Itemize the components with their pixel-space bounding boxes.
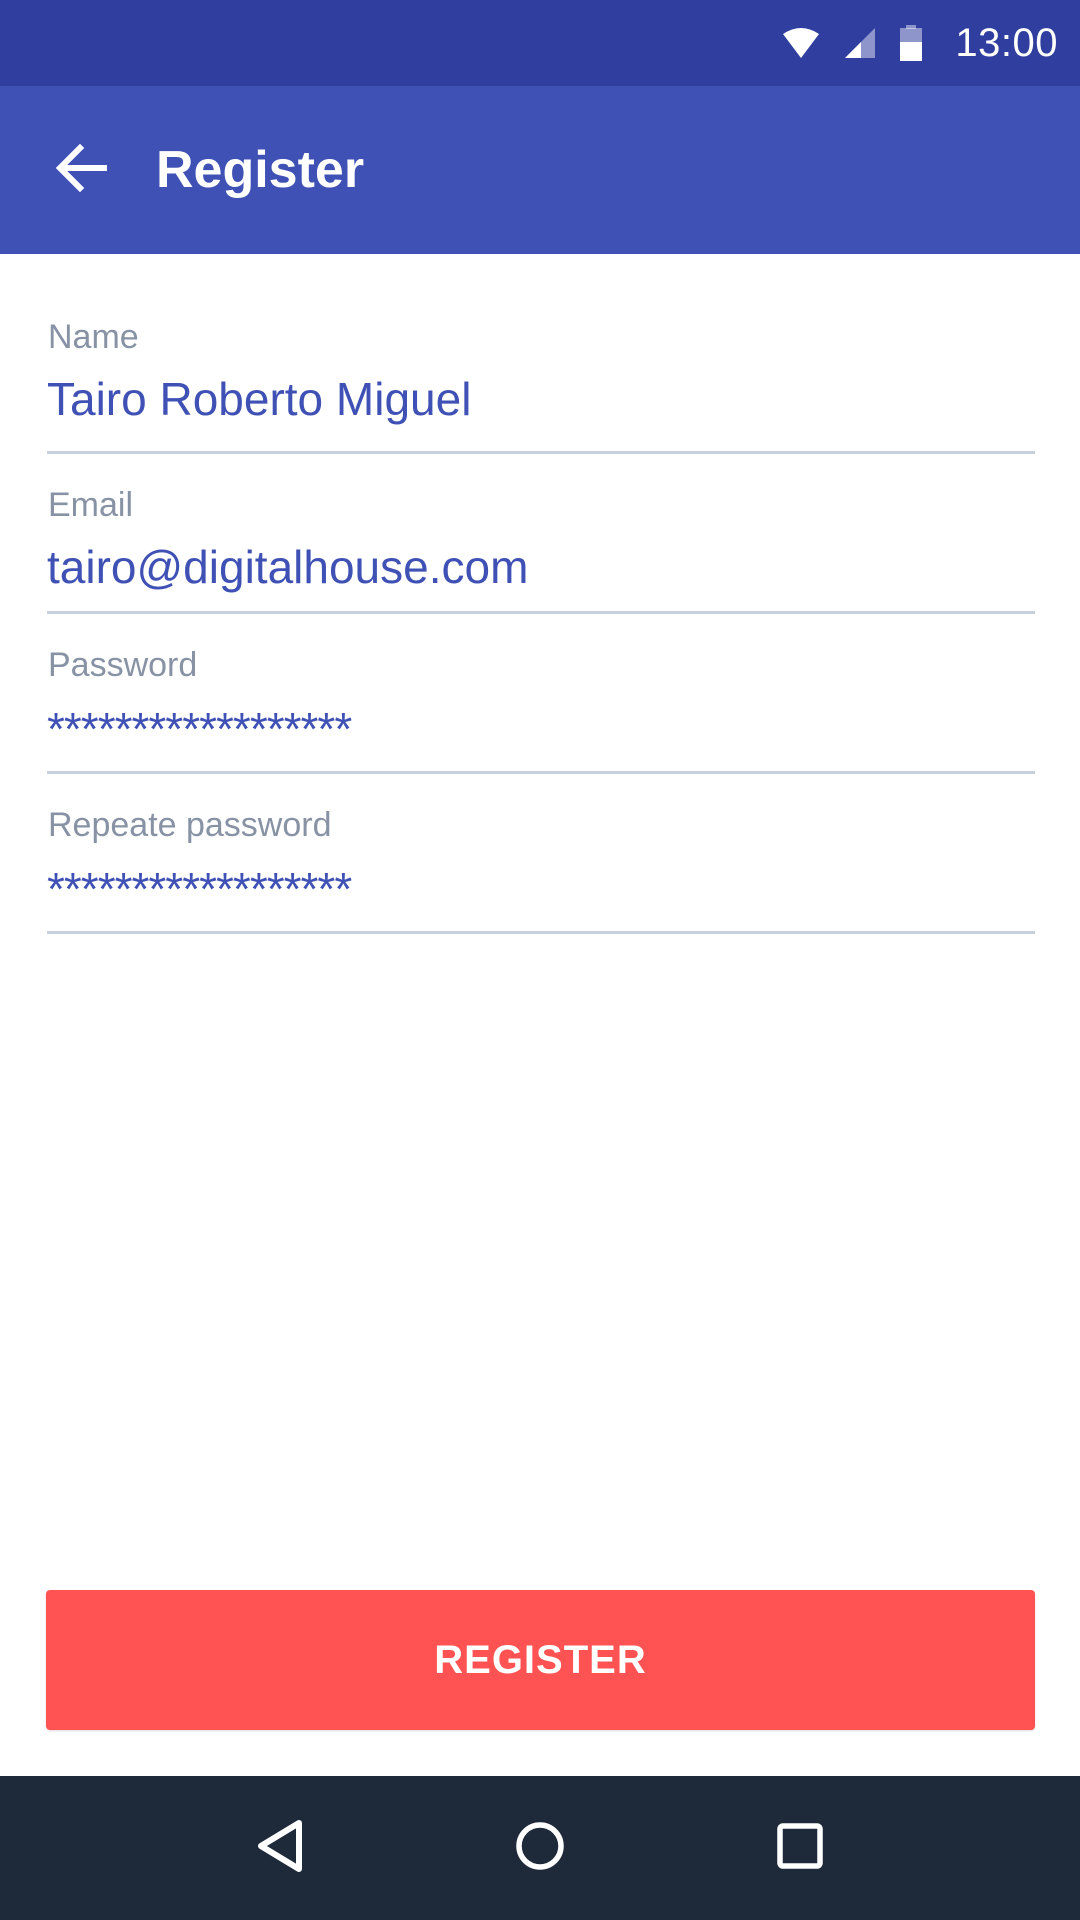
wifi-icon [781,26,821,60]
back-triangle-icon [255,1819,305,1878]
status-bar: 13:00 [0,0,1080,86]
password-field: Password ****************** [47,614,1035,774]
register-form: Name Tairo Roberto Miguel Email tairo@di… [47,254,1035,934]
email-field: Email tairo@digitalhouse.com [47,454,1035,614]
system-nav-bar [0,1776,1080,1920]
page-title: Register [156,141,365,199]
recents-square-icon [776,1822,824,1875]
status-icons: 13:00 [781,21,1058,66]
email-input[interactable]: tairo@digitalhouse.com [47,544,1007,590]
cell-signal-icon [843,26,877,60]
status-time: 13:00 [955,20,1058,65]
battery-icon [899,25,923,61]
repeat-password-input[interactable]: ****************** [47,866,1007,912]
nav-back-button[interactable] [235,1803,325,1893]
register-screen: 13:00 Register Name Tairo Roberto Miguel… [0,0,1080,1920]
email-label: Email [48,486,134,524]
password-input[interactable]: ****************** [47,706,1007,752]
name-label: Name [48,318,139,356]
arrow-left-icon [55,143,108,197]
app-bar: Register [0,86,1080,254]
nav-home-button[interactable] [495,1803,585,1893]
back-button[interactable] [46,134,118,206]
repeat-password-label: Repeate password [48,806,332,844]
repeat-password-field: Repeate password ****************** [47,774,1035,934]
nav-recents-button[interactable] [755,1803,845,1893]
home-circle-icon [514,1820,566,1877]
register-button[interactable]: REGISTER [46,1590,1035,1730]
name-field: Name Tairo Roberto Miguel [47,254,1035,454]
name-input[interactable]: Tairo Roberto Miguel [47,376,1007,422]
password-label: Password [48,646,198,684]
